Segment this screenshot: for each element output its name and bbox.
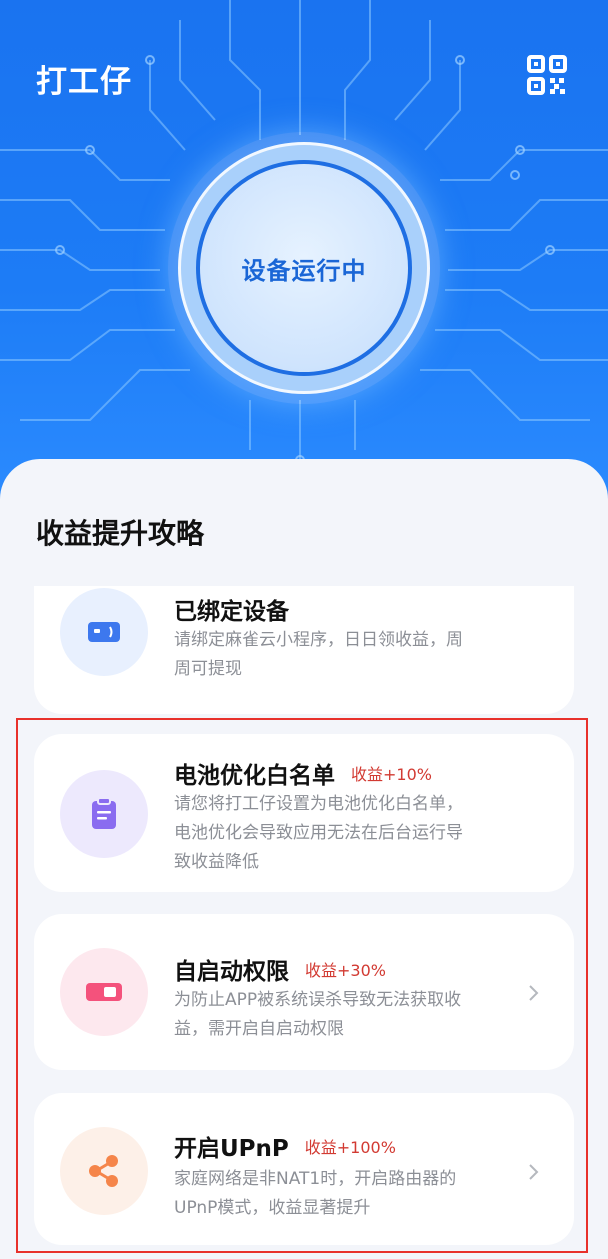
reward-badge: 收益+10% xyxy=(351,765,432,784)
desc-line: UPnP模式，收益显著提升 xyxy=(174,1198,371,1218)
card-title: 自启动权限 收益+30% xyxy=(174,952,386,986)
card-description: 家庭网络是非NAT1时，开启路由器的 UPnP模式，收益显著提升 xyxy=(174,1165,456,1223)
card-title: 开启UPnP 收益+100% xyxy=(174,1129,396,1163)
card-description: 请绑定麻雀云小程序，日日领收益，周 周可提现 xyxy=(174,626,463,684)
card-title-text: 自启动权限 xyxy=(174,959,289,985)
share-nodes-icon xyxy=(60,1127,148,1215)
desc-line: 为防止APP被系统误杀导致无法获取收 xyxy=(174,990,462,1010)
card-title-text: 电池优化白名单 xyxy=(174,763,335,789)
desc-line: 益，需开启自启动权限 xyxy=(174,1019,344,1039)
card-battery-whitelist[interactable]: 电池优化白名单 收益+10% 请您将打工仔设置为电池优化白名单， 电池优化会导致应… xyxy=(34,734,574,892)
desc-line: 致收益降低 xyxy=(174,852,259,872)
app-title: 打工仔 xyxy=(36,64,132,100)
hero-banner: 打工仔 设备运行中 xyxy=(0,0,608,520)
qr-code-icon[interactable] xyxy=(526,54,568,96)
section-title: 收益提升攻略 xyxy=(36,517,205,550)
card-description: 为防止APP被系统误杀导致无法获取收 益，需开启自启动权限 xyxy=(174,986,461,1044)
status-text: 设备运行中 xyxy=(241,256,367,285)
reward-badge: 收益+30% xyxy=(305,961,386,980)
card-title-text: 已绑定设备 xyxy=(174,599,289,625)
card-title: 电池优化白名单 收益+10% xyxy=(174,756,432,790)
reward-badge: 收益+100% xyxy=(304,1138,396,1157)
toggle-icon xyxy=(60,948,148,1036)
card-bound-device[interactable]: 已绑定设备 请绑定麻雀云小程序，日日领收益，周 周可提现 xyxy=(34,586,574,714)
chevron-right-icon xyxy=(529,985,539,1001)
card-title-text: 开启UPnP xyxy=(174,1136,289,1162)
device-card-icon xyxy=(60,588,148,676)
status-button[interactable]: 设备运行中 xyxy=(196,160,412,376)
clipboard-icon xyxy=(60,770,148,858)
card-autostart-permission[interactable]: 自启动权限 收益+30% 为防止APP被系统误杀导致无法获取收 益，需开启自启动权… xyxy=(34,914,574,1070)
desc-line: 家庭网络是非NAT1时，开启路由器的 xyxy=(174,1169,457,1189)
card-description: 请您将打工仔设置为电池优化白名单， 电池优化会导致应用无法在后台运行导 致收益降… xyxy=(174,790,463,877)
desc-line: 电池优化会导致应用无法在后台运行导 xyxy=(174,823,463,843)
desc-line: 请您将打工仔设置为电池优化白名单， xyxy=(174,794,463,814)
desc-line: 周可提现 xyxy=(174,659,242,679)
card-title: 已绑定设备 xyxy=(174,592,289,626)
card-upnp[interactable]: 开启UPnP 收益+100% 家庭网络是非NAT1时，开启路由器的 UPnP模式，… xyxy=(34,1093,574,1245)
chevron-right-icon xyxy=(529,1164,539,1180)
desc-line: 请绑定麻雀云小程序，日日领收益，周 xyxy=(174,630,463,650)
